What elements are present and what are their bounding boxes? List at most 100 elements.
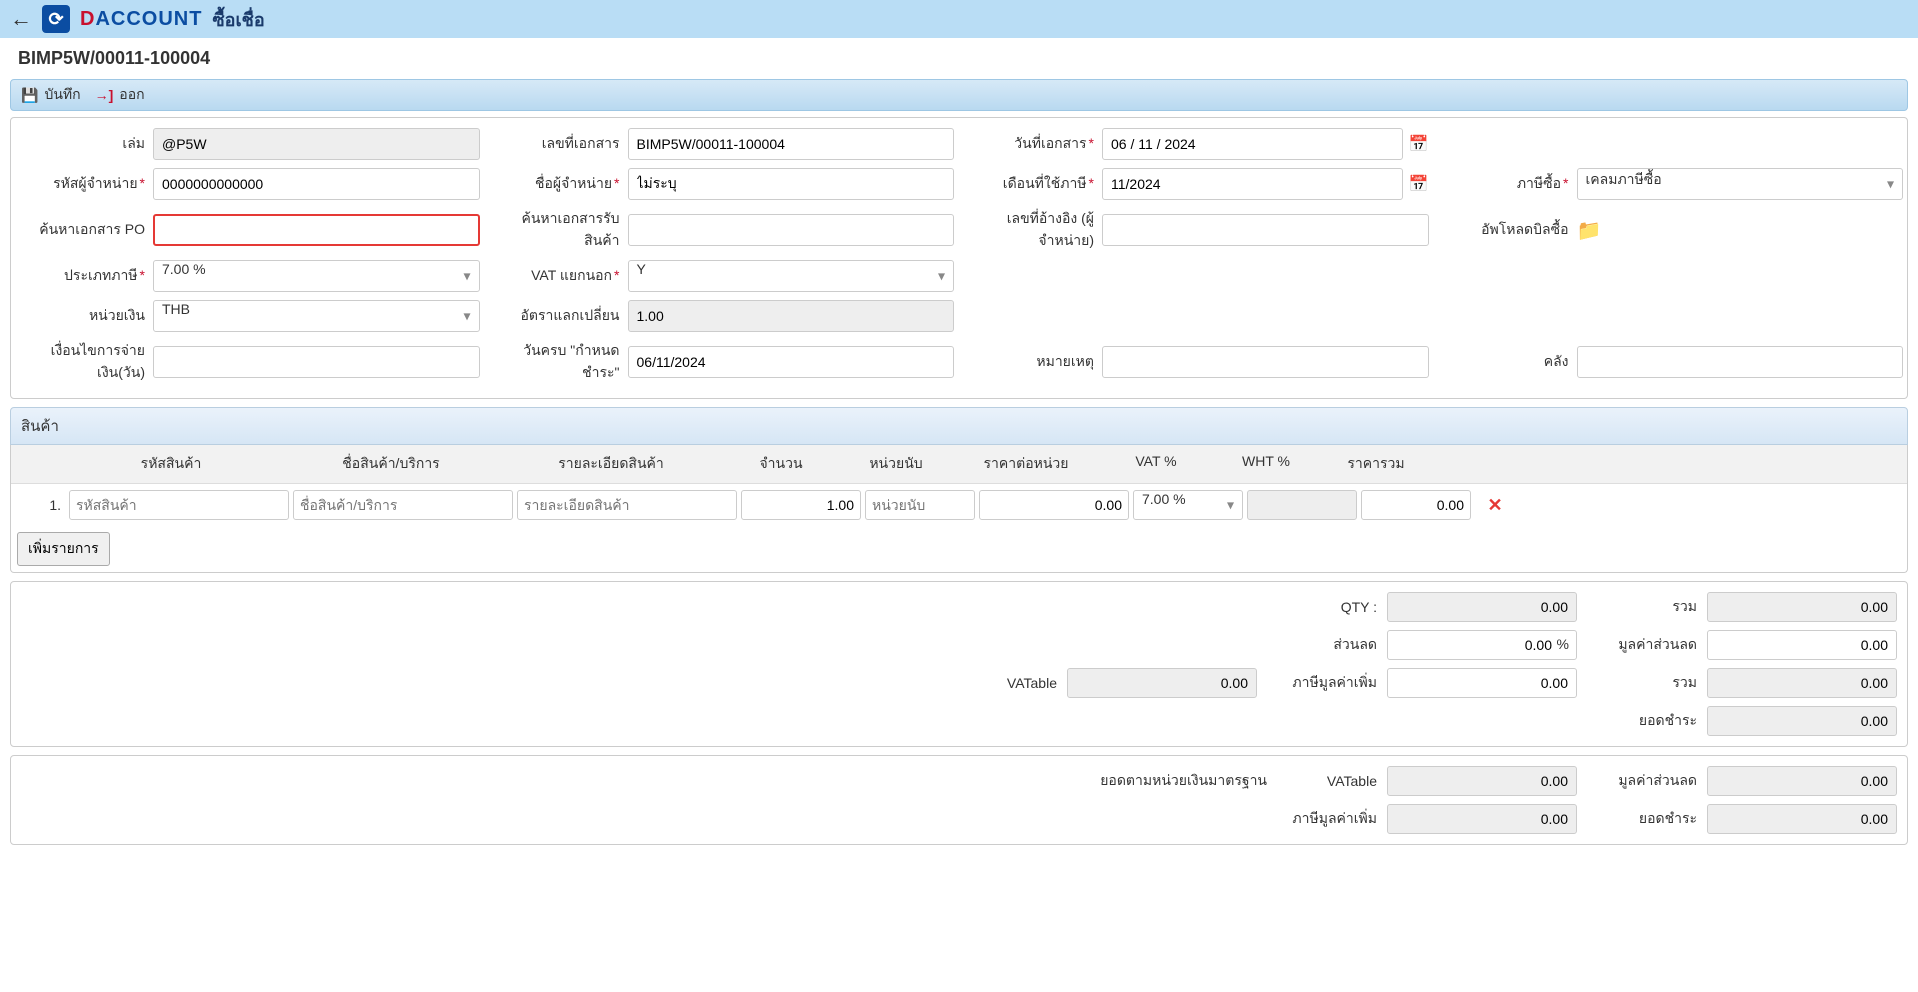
docno-input[interactable] bbox=[628, 128, 955, 160]
tot-vatable-input bbox=[1067, 668, 1257, 698]
searchgr-input[interactable] bbox=[628, 214, 955, 246]
tot-grand-input bbox=[1707, 706, 1897, 736]
label-t2-vatable: VATable bbox=[1277, 773, 1377, 789]
label-duedate: วันครบ "กำหนดชำระ" bbox=[490, 340, 620, 384]
header-form-panel: เล่ม เลขที่เอกสาร วันที่เอกสาร 📅 รหัสผู้… bbox=[10, 117, 1908, 399]
label-vatpurchase: ภาษีซื้อ bbox=[1439, 173, 1569, 195]
item-qty-input[interactable] bbox=[741, 490, 861, 520]
payterm-input[interactable] bbox=[153, 346, 480, 378]
chevron-down-icon: ▾ bbox=[463, 268, 470, 285]
label-warehouse: คลัง bbox=[1439, 351, 1569, 373]
label-vendorname: ชื่อผู้จำหน่าย bbox=[490, 173, 620, 195]
docdate-input[interactable] bbox=[1102, 128, 1403, 160]
tot-discamt-input[interactable] bbox=[1707, 630, 1897, 660]
exit-button[interactable]: →] ออก bbox=[95, 84, 145, 106]
item-total-input[interactable] bbox=[1361, 490, 1471, 520]
label-docno: เลขที่เอกสาร bbox=[490, 133, 620, 155]
label-payterm: เงื่อนไขการจ่ายเงิน(วัน) bbox=[15, 340, 145, 384]
calendar-icon[interactable]: 📅 bbox=[1409, 174, 1429, 194]
label-docdate: วันที่เอกสาร bbox=[964, 133, 1094, 155]
label-refno: เลขที่อ้างอิง (ผู้จำหน่าย) bbox=[964, 208, 1094, 252]
t2-vatamt-input bbox=[1387, 804, 1577, 834]
items-header-row: รหัสสินค้า ชื่อสินค้า/บริการ รายละเอียดส… bbox=[11, 445, 1907, 484]
label-uploadbill: อัพโหลดบิลซื้อ bbox=[1439, 219, 1569, 241]
label-tot-sum2: รวม bbox=[1597, 672, 1697, 694]
t2-discamt-input bbox=[1707, 766, 1897, 796]
label-t2-vatamt: ภาษีมูลค่าเพิ่ม bbox=[1277, 808, 1377, 830]
item-price-input[interactable] bbox=[979, 490, 1129, 520]
label-vendorcode: รหัสผู้จำหน่าย bbox=[15, 173, 145, 195]
add-item-button[interactable]: เพิ่มรายการ bbox=[17, 532, 110, 566]
label-t2-discamt: มูลค่าส่วนลด bbox=[1597, 770, 1697, 792]
t2-vatable-input bbox=[1387, 766, 1577, 796]
currency-select[interactable]: THB▾ bbox=[153, 300, 480, 332]
tot-discount-input[interactable] bbox=[1387, 630, 1577, 660]
tot-sum2-input bbox=[1707, 668, 1897, 698]
action-toolbar: 💾 บันทึก →] ออก bbox=[10, 79, 1908, 111]
app-logo-icon: ⟳ bbox=[42, 5, 70, 33]
t2-grand-input bbox=[1707, 804, 1897, 834]
label-searchgr: ค้นหาเอกสารรับสินค้า bbox=[490, 208, 620, 252]
back-icon[interactable]: ← bbox=[10, 6, 32, 32]
label-tot-qty: QTY : bbox=[1277, 599, 1377, 615]
chevron-down-icon: ▾ bbox=[1227, 497, 1234, 514]
label-t2-grand: ยอดชำระ bbox=[1597, 808, 1697, 830]
label-searchpo: ค้นหาเอกสาร PO bbox=[15, 219, 145, 241]
chevron-down-icon: ▾ bbox=[463, 308, 470, 325]
page-title: ซื้อเชื่อ bbox=[212, 5, 264, 34]
top-bar: ← ⟳ DACCOUNT ซื้อเชื่อ bbox=[0, 0, 1918, 38]
totals-panel-1: QTY : รวม ส่วนลด% มูลค่าส่วนลด VATable ภ… bbox=[10, 581, 1908, 747]
label-tot-vatamt: ภาษีมูลค่าเพิ่ม bbox=[1277, 672, 1377, 694]
tot-vatamt-input[interactable] bbox=[1387, 668, 1577, 698]
save-button[interactable]: 💾 บันทึก bbox=[21, 84, 81, 106]
item-code-input[interactable] bbox=[69, 490, 289, 520]
chevron-down-icon: ▾ bbox=[938, 268, 945, 285]
book-input bbox=[153, 128, 480, 160]
item-name-input[interactable] bbox=[293, 490, 513, 520]
duedate-input[interactable] bbox=[628, 346, 955, 378]
brand-text: DACCOUNT bbox=[80, 8, 202, 31]
tot-qty-input bbox=[1387, 592, 1577, 622]
label-stdamt: ยอดตามหน่วยเงินมาตรฐาน bbox=[1087, 770, 1267, 792]
vendorname-input[interactable] bbox=[628, 168, 955, 200]
taxmonth-input[interactable] bbox=[1102, 168, 1403, 200]
item-wht-input bbox=[1247, 490, 1357, 520]
label-exchrate: อัตราแลกเปลี่ยน bbox=[490, 305, 620, 327]
vatpurchase-select[interactable]: เคลมภาษีซื้อ▾ bbox=[1577, 168, 1904, 200]
calendar-icon[interactable]: 📅 bbox=[1409, 134, 1429, 154]
item-unit-input[interactable] bbox=[865, 490, 975, 520]
exit-icon: →] bbox=[95, 87, 114, 103]
remark-input[interactable] bbox=[1102, 346, 1429, 378]
label-tot-discamt: มูลค่าส่วนลด bbox=[1597, 634, 1697, 656]
items-section-header: สินค้า bbox=[10, 407, 1908, 445]
warehouse-input[interactable] bbox=[1577, 346, 1904, 378]
item-desc-input[interactable] bbox=[517, 490, 737, 520]
doc-number-header: BIMP5W/00011-100004 bbox=[0, 38, 1918, 79]
label-taxtype: ประเภทภาษี bbox=[15, 265, 145, 287]
label-currency: หน่วยเงิน bbox=[15, 305, 145, 327]
vatsep-select[interactable]: Y▾ bbox=[628, 260, 955, 292]
label-tot-sum1: รวม bbox=[1597, 596, 1697, 618]
label-tot-vatable: VATable bbox=[957, 675, 1057, 691]
exchrate-input bbox=[628, 300, 955, 332]
delete-row-icon[interactable]: ✕ bbox=[1487, 495, 1502, 515]
chevron-down-icon: ▾ bbox=[1887, 176, 1894, 193]
tot-sum1-input bbox=[1707, 592, 1897, 622]
label-book: เล่ม bbox=[15, 133, 145, 155]
item-row: 1. 7.00 %▾ ✕ bbox=[11, 484, 1907, 526]
label-taxmonth: เดือนที่ใช้ภาษี bbox=[964, 173, 1094, 195]
items-table: รหัสสินค้า ชื่อสินค้า/บริการ รายละเอียดส… bbox=[10, 445, 1908, 573]
folder-icon[interactable]: 📁 bbox=[1577, 220, 1602, 242]
searchpo-input[interactable] bbox=[153, 214, 480, 246]
totals-panel-2: ยอดตามหน่วยเงินมาตรฐาน VATable มูลค่าส่ว… bbox=[10, 755, 1908, 845]
refno-input[interactable] bbox=[1102, 214, 1429, 246]
item-vat-select[interactable]: 7.00 %▾ bbox=[1133, 490, 1243, 520]
label-remark: หมายเหตุ bbox=[964, 351, 1094, 373]
row-index: 1. bbox=[15, 497, 65, 513]
save-icon: 💾 bbox=[21, 87, 38, 104]
label-tot-grand: ยอดชำระ bbox=[1597, 710, 1697, 732]
taxtype-select[interactable]: 7.00 %▾ bbox=[153, 260, 480, 292]
label-vatsep: VAT แยกนอก bbox=[490, 265, 620, 287]
label-tot-discount: ส่วนลด bbox=[1277, 634, 1377, 656]
vendorcode-input[interactable] bbox=[153, 168, 480, 200]
